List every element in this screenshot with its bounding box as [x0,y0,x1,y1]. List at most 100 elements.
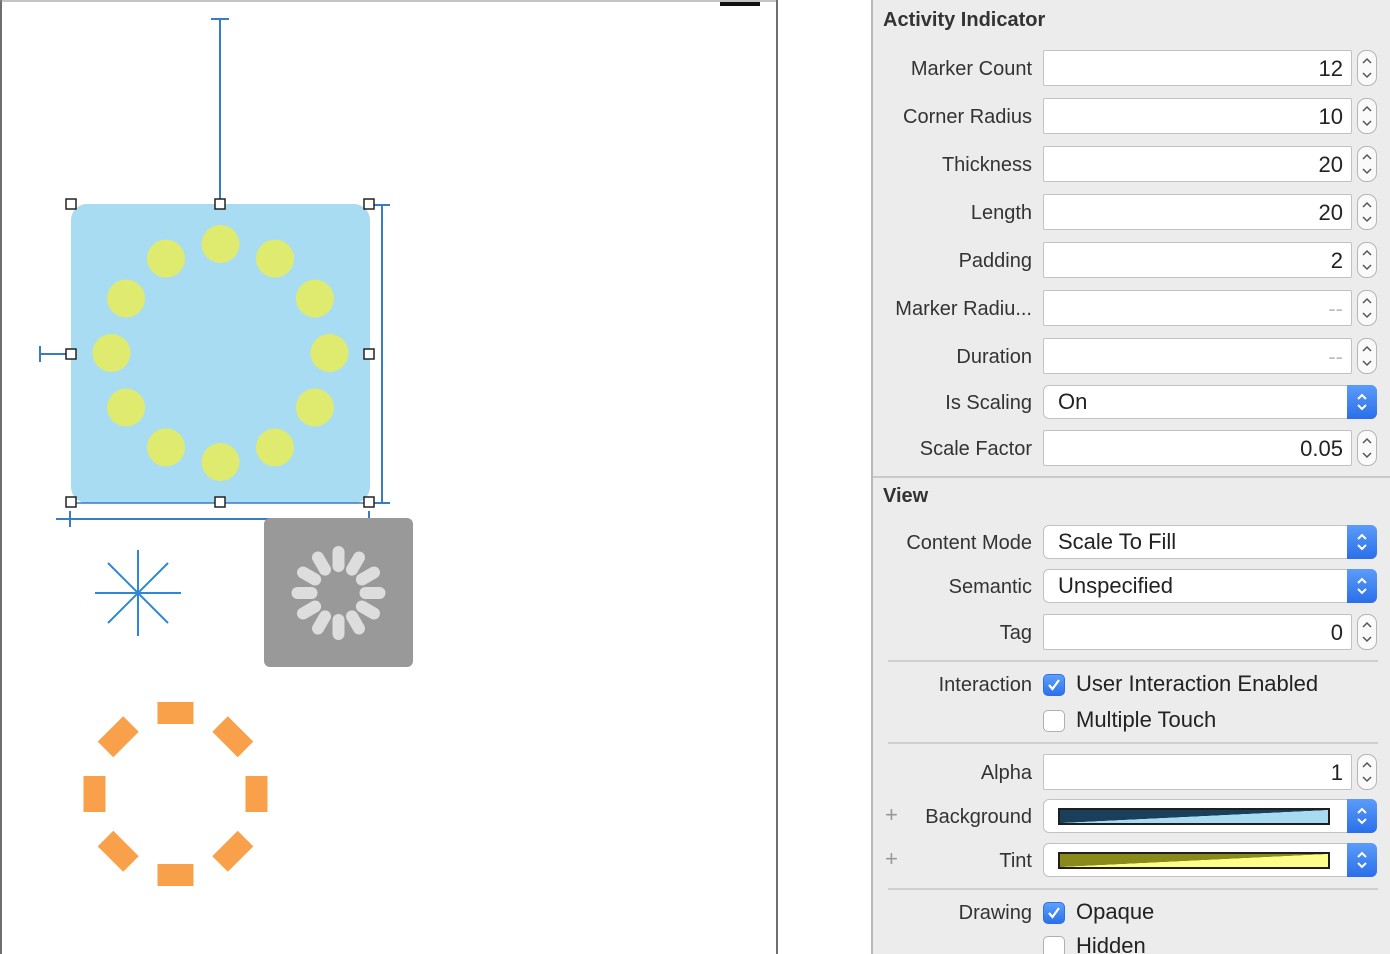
thickness-label: Thickness [941,154,1032,176]
marker-radiu-stepper[interactable] [1357,290,1377,326]
background-label: Background [925,806,1032,828]
alpha-field[interactable]: 1 [1043,754,1352,790]
orange-marker [157,864,194,886]
popup-arrows-icon [1347,525,1377,559]
scale-factor-field[interactable]: 0.05 [1043,430,1352,466]
padding-label: Padding [958,250,1032,272]
spinner-marker [291,587,318,599]
resize-handle[interactable] [65,198,77,210]
storyboard-canvas[interactable] [0,0,872,954]
duration-label: Duration [956,346,1032,368]
tag-label: Tag [999,622,1032,644]
opaque-label[interactable]: Opaque [1076,899,1154,925]
separator [888,888,1378,890]
activity-indicator-section-title: Activity Indicator [883,9,1046,31]
spinner-marker [359,587,386,599]
activity-marker [92,334,131,372]
duration-stepper[interactable] [1357,338,1377,374]
duration-field[interactable]: -- [1043,338,1352,374]
marker-count-field[interactable]: 12 [1043,50,1352,86]
checkmark-icon [1048,907,1060,919]
device-notch-marker [720,2,760,6]
popup-arrows-icon [1347,385,1377,419]
opaque-checkbox[interactable] [1043,902,1065,924]
tag-stepper[interactable] [1357,614,1377,650]
orange-marker [97,716,139,758]
gray-spinner-view[interactable] [264,518,413,667]
interface-builder-window: Activity Indicator Marker Count 12 Corner … [0,0,1390,954]
corner-radius-label: Corner Radius [903,106,1032,128]
padding-field[interactable]: 2 [1043,242,1352,278]
activity-marker [147,239,185,278]
orange-marker [245,776,268,812]
content-mode-value: Scale To Fill [1058,529,1177,554]
hidden-label[interactable]: Hidden [1076,933,1146,954]
resize-handle[interactable] [214,198,226,210]
resize-handle[interactable] [65,348,77,360]
scale-factor-label: Scale Factor [919,438,1032,460]
activity-marker [147,428,185,467]
background-color-swatch [1058,808,1330,825]
tint-add-icon[interactable]: + [885,848,898,870]
spinner-marker [332,546,345,572]
tint-label: Tint [999,850,1032,872]
separator [888,742,1378,744]
thickness-stepper[interactable] [1357,146,1377,182]
multiple-touch-checkbox[interactable] [1043,710,1065,732]
activity-marker [256,239,294,278]
activity-marker [295,279,334,318]
user-interaction-checkbox[interactable] [1043,674,1065,696]
background-add-icon[interactable]: + [885,804,898,826]
separator [888,660,1378,662]
length-field[interactable]: 20 [1043,194,1352,230]
padding-stepper[interactable] [1357,242,1377,278]
scale-factor-stepper[interactable] [1357,430,1377,466]
resize-handle[interactable] [65,496,77,508]
semantic-label: Semantic [948,576,1032,598]
tint-color-swatch [1058,852,1330,869]
orange-marker [212,830,254,872]
tag-field[interactable]: 0 [1043,614,1352,650]
is-scaling-label: Is Scaling [945,392,1032,414]
orange-activity-indicator[interactable] [83,702,268,886]
content-mode-popup[interactable]: Scale To Fill [1043,525,1377,559]
marker-count-label: Marker Count [910,58,1032,80]
section-separator [873,476,1390,478]
marker-count-stepper[interactable] [1357,50,1377,86]
alpha-stepper[interactable] [1357,754,1377,790]
hidden-checkbox[interactable] [1043,936,1065,954]
activity-marker [295,388,334,427]
resize-handle[interactable] [363,496,375,508]
resize-handle[interactable] [363,348,375,360]
activity-marker [310,334,349,372]
spinner-marker [332,614,345,640]
activity-marker [107,279,146,318]
content-mode-label: Content Mode [906,532,1032,554]
orange-marker [157,702,194,724]
activity-marker [107,388,146,427]
is-scaling-popup[interactable]: On [1043,385,1377,419]
view-section-title: View [883,485,929,507]
star-activity-indicator[interactable] [95,550,181,636]
activity-marker [256,428,294,467]
marker-radiu-field[interactable]: -- [1043,290,1352,326]
interaction-label: Interaction [938,674,1032,696]
user-interaction-label[interactable]: User Interaction Enabled [1076,671,1318,697]
corner-radius-stepper[interactable] [1357,98,1377,134]
corner-radius-field[interactable]: 10 [1043,98,1352,134]
resize-handle[interactable] [214,496,226,508]
multiple-touch-label[interactable]: Multiple Touch [1076,707,1216,733]
orange-marker [97,830,139,872]
orange-marker [83,776,106,812]
popup-arrows-icon [1347,569,1377,603]
semantic-value: Unspecified [1058,573,1173,598]
resize-handle[interactable] [363,198,375,210]
drawing-label: Drawing [958,902,1032,924]
attributes-inspector: Activity Indicator Marker Count 12 Corner … [871,0,1390,954]
tint-color-well[interactable] [1043,843,1377,877]
background-color-well[interactable] [1043,799,1377,833]
thickness-field[interactable]: 20 [1043,146,1352,182]
activity-marker [201,443,240,481]
semantic-popup[interactable]: Unspecified [1043,569,1377,603]
length-stepper[interactable] [1357,194,1377,230]
